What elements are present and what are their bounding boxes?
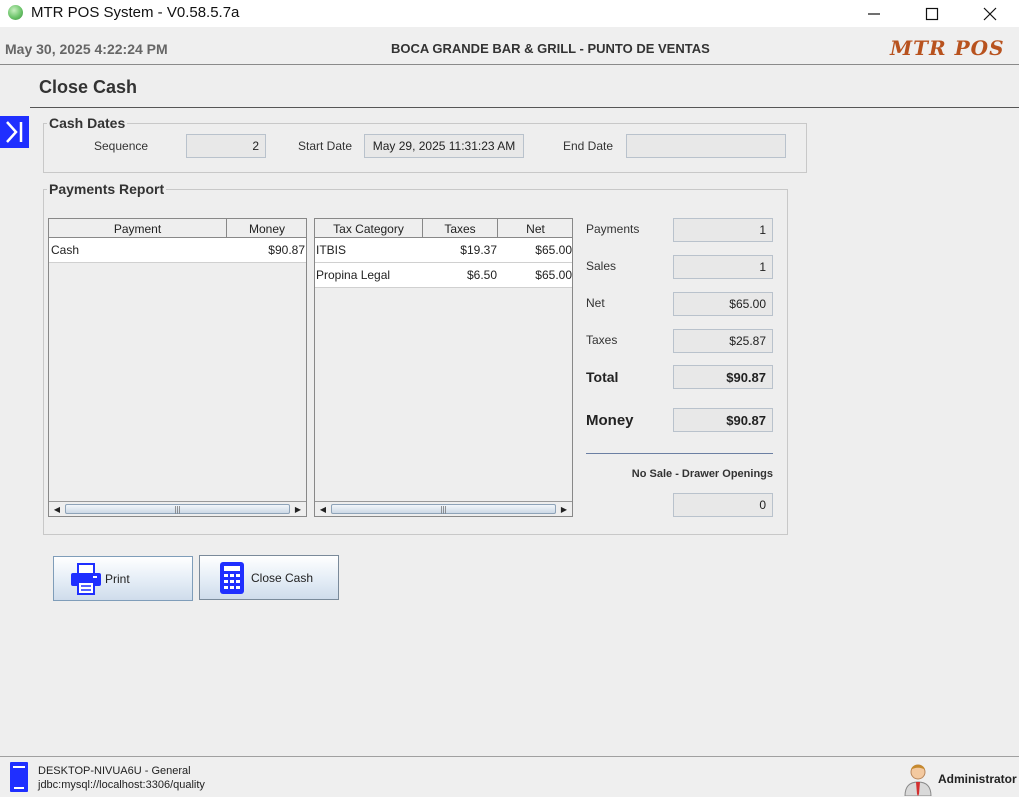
sequence-field[interactable]: 2: [186, 134, 266, 158]
payments-count-field[interactable]: 1: [673, 218, 773, 242]
net-label: Net: [586, 296, 605, 310]
scroll-right-icon[interactable]: ▶: [291, 503, 305, 515]
scroll-left-icon[interactable]: ◀: [50, 503, 64, 515]
sales-count-field[interactable]: 1: [673, 255, 773, 279]
server-icon: [10, 762, 28, 792]
sales-count-label: Sales: [586, 259, 617, 273]
menu-toggle-button[interactable]: [0, 116, 29, 148]
print-button[interactable]: Print: [53, 556, 193, 601]
header-datetime: May 30, 2025 4:22:24 PM: [5, 41, 168, 57]
scrollbar-thumb[interactable]: |||: [331, 504, 556, 514]
column-header-payment[interactable]: Payment: [49, 219, 227, 238]
expand-menu-icon: [5, 121, 22, 143]
sequence-label: Sequence: [94, 139, 149, 153]
table-row[interactable]: Propina Legal $6.50 $65.00: [315, 263, 572, 288]
tax-category-cell: ITBIS: [316, 243, 347, 257]
cash-dates-title: Cash Dates: [47, 115, 128, 131]
payments-report-title: Payments Report: [47, 181, 167, 197]
table-header: Tax Category Taxes Net: [315, 219, 572, 238]
close-cash-button[interactable]: Close Cash: [199, 555, 339, 600]
status-database: jdbc:mysql://localhost:3306/quality: [38, 779, 205, 791]
maximize-icon: [925, 7, 939, 20]
table-header: Payment Money: [49, 219, 306, 238]
payments-count-label: Payments: [586, 222, 640, 236]
column-header-tax-category[interactable]: Tax Category: [315, 219, 423, 238]
end-date-field[interactable]: [626, 134, 786, 158]
horizontal-scrollbar[interactable]: ◀ ||| ▶: [49, 501, 306, 516]
taxes-cell: $6.50: [466, 268, 497, 282]
scroll-left-icon[interactable]: ◀: [316, 503, 330, 515]
taxes-label: Taxes: [586, 333, 618, 347]
print-button-label: Print: [105, 571, 130, 586]
user-avatar-icon[interactable]: [902, 760, 934, 796]
window-title: MTR POS System - V0.58.5.7a: [31, 4, 240, 21]
app-icon: [8, 5, 23, 20]
minimize-button[interactable]: [845, 0, 903, 27]
no-sale-label: No Sale - Drawer Openings: [631, 468, 773, 480]
store-name: BOCA GRANDE BAR & GRILL - PUNTO DE VENTA…: [391, 41, 710, 56]
taxes-field[interactable]: $25.87: [673, 329, 773, 353]
scroll-right-icon[interactable]: ▶: [557, 503, 571, 515]
table-row[interactable]: ITBIS $19.37 $65.00: [315, 238, 572, 263]
close-icon: [983, 7, 997, 20]
minimize-icon: [868, 12, 880, 15]
payment-cell: Cash: [51, 243, 80, 257]
close-cash-button-label: Close Cash: [251, 570, 314, 585]
summary-divider: [586, 453, 773, 454]
title-divider: [30, 107, 1019, 108]
total-field[interactable]: $90.87: [673, 365, 773, 389]
current-user[interactable]: Administrator: [938, 772, 1017, 786]
start-date-field[interactable]: May 29, 2025 11:31:23 AM: [364, 134, 524, 158]
app-logo: MTR POS: [890, 36, 1005, 60]
scrollbar-thumb[interactable]: |||: [65, 504, 290, 514]
net-cell: $65.00: [535, 268, 572, 282]
horizontal-scrollbar[interactable]: ◀ ||| ▶: [315, 501, 572, 516]
close-window-button[interactable]: [961, 0, 1019, 27]
net-cell: $65.00: [535, 243, 572, 257]
no-sale-field[interactable]: 0: [673, 493, 773, 517]
column-header-taxes[interactable]: Taxes: [423, 219, 498, 238]
payments-table[interactable]: Payment Money Cash $90.87 ◀ ||| ▶: [48, 218, 307, 517]
money-label: Money: [586, 412, 634, 429]
table-row[interactable]: Cash $90.87: [49, 238, 306, 263]
money-field[interactable]: $90.87: [673, 408, 773, 432]
column-header-net[interactable]: Net: [498, 219, 573, 238]
start-date-label: Start Date: [298, 139, 353, 153]
net-field[interactable]: $65.00: [673, 292, 773, 316]
page-title: Close Cash: [39, 77, 138, 97]
taxes-cell: $19.37: [460, 243, 497, 257]
money-cell: $90.87: [268, 243, 305, 257]
column-header-money[interactable]: Money: [227, 219, 307, 238]
printer-icon: [71, 562, 101, 595]
taxes-table[interactable]: Tax Category Taxes Net ITBIS $19.37 $65.…: [314, 218, 573, 517]
total-label: Total: [586, 369, 619, 385]
calculator-icon: [220, 561, 244, 594]
maximize-button[interactable]: [903, 0, 961, 27]
end-date-label: End Date: [563, 139, 614, 153]
tax-category-cell: Propina Legal: [316, 268, 391, 282]
status-host: DESKTOP-NIVUA6U - General: [38, 765, 191, 777]
